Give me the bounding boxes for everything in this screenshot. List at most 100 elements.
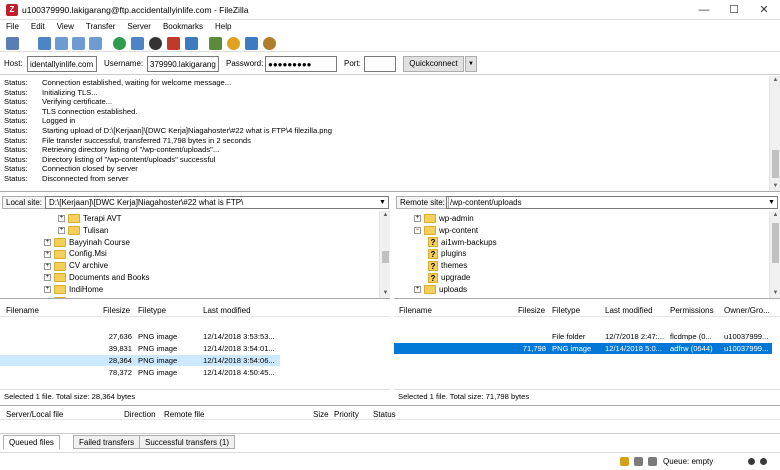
- col-priority[interactable]: Priority: [334, 410, 359, 419]
- col-filesize[interactable]: Filesize: [518, 306, 545, 315]
- menu-file[interactable]: File: [0, 20, 25, 33]
- scroll-up-icon[interactable]: ▲: [380, 211, 390, 220]
- col-status[interactable]: Status: [373, 410, 396, 419]
- quickconnect-button[interactable]: Quickconnect: [403, 56, 464, 72]
- scroll-up-icon[interactable]: ▲: [770, 76, 780, 85]
- host-input[interactable]: [27, 56, 97, 72]
- reconnect-icon[interactable]: [185, 37, 198, 50]
- col-permissions[interactable]: Permissions: [670, 306, 714, 315]
- col-last-modified[interactable]: Last modified: [203, 306, 251, 315]
- remote-tree-item[interactable]: + uploads: [414, 284, 467, 295]
- col-remote-file[interactable]: Remote file: [164, 410, 204, 419]
- scroll-up-icon[interactable]: ▲: [770, 211, 780, 220]
- remote-path-input[interactable]: /wp-content/uploads: [446, 196, 778, 209]
- process-queue-icon[interactable]: [131, 37, 144, 50]
- site-manager-icon[interactable]: [6, 37, 19, 50]
- username-input[interactable]: [147, 56, 219, 72]
- chevron-down-icon[interactable]: ▼: [377, 196, 388, 209]
- col-owner-group[interactable]: Owner/Gro...: [724, 306, 770, 315]
- chevron-down-icon[interactable]: ▼: [766, 196, 777, 209]
- file-row[interactable]: 4 filezilla.png78,372PNG image12/14/2018…: [0, 367, 280, 378]
- refresh-icon[interactable]: [113, 37, 126, 50]
- file-row[interactable]: 3. passive mode...28,364PNG image12/14/2…: [0, 355, 280, 366]
- col-filetype[interactable]: Filetype: [138, 306, 166, 315]
- password-input[interactable]: [265, 56, 337, 72]
- expand-icon[interactable]: −: [414, 227, 421, 235]
- toggle-remote-tree-icon[interactable]: [72, 37, 85, 50]
- tab-successful-transfers[interactable]: Successful transfers (1): [139, 435, 236, 449]
- port-input[interactable]: [364, 56, 396, 72]
- local-tree-item[interactable]: + Tulisan: [58, 225, 109, 236]
- expand-icon[interactable]: +: [44, 286, 51, 294]
- expand-icon[interactable]: +: [44, 238, 51, 246]
- toggle-local-tree-icon[interactable]: [55, 37, 68, 50]
- remote-tree-item[interactable]: ? upgrade: [428, 272, 470, 283]
- close-button[interactable]: ✕: [750, 2, 778, 18]
- local-tree-item[interactable]: + Terapi AVT: [58, 213, 122, 224]
- log-scrollbar[interactable]: ▲ ▼: [769, 76, 780, 191]
- col-size[interactable]: Size: [313, 410, 329, 419]
- maximize-button[interactable]: ☐: [720, 2, 748, 18]
- tab-queued-files[interactable]: Queued files: [3, 435, 60, 449]
- expand-icon[interactable]: +: [44, 262, 51, 270]
- compare-icon[interactable]: [227, 37, 240, 50]
- quickconnect-dropdown[interactable]: ▼: [465, 56, 477, 72]
- file-row[interactable]: 2. active mode f...39,831PNG image12/14/…: [0, 343, 280, 354]
- remote-tree-item[interactable]: + wp-admin: [414, 213, 474, 224]
- expand-icon[interactable]: +: [414, 215, 421, 223]
- col-last-modified[interactable]: Last modified: [605, 306, 653, 315]
- local-tree-item[interactable]: + IndiHome: [44, 284, 103, 295]
- menu-transfer[interactable]: Transfer: [80, 20, 122, 33]
- col-direction[interactable]: Direction: [124, 410, 156, 419]
- local-tree-item[interactable]: + CV archive: [44, 260, 108, 271]
- remote-tree-item[interactable]: ? ai1wm-backups: [428, 237, 497, 248]
- menu-help[interactable]: Help: [209, 20, 237, 33]
- expand-icon[interactable]: +: [44, 274, 51, 282]
- tab-failed-transfers[interactable]: Failed transfers: [73, 435, 141, 449]
- expand-icon[interactable]: +: [414, 286, 421, 294]
- menu-bookmarks[interactable]: Bookmarks: [157, 20, 209, 33]
- expand-icon[interactable]: +: [44, 250, 51, 258]
- remote-tree-item[interactable]: ? plugins: [428, 248, 466, 260]
- toggle-log-icon[interactable]: [38, 37, 51, 50]
- file-row[interactable]: ..: [394, 319, 772, 330]
- col-filesize[interactable]: Filesize: [103, 306, 130, 315]
- remote-tree-scrollbar[interactable]: ▲ ▼: [769, 211, 780, 298]
- remote-tree-scroll-thumb[interactable]: [772, 223, 779, 263]
- toggle-queue-icon[interactable]: [89, 37, 102, 50]
- log-scroll-thumb[interactable]: [772, 150, 779, 178]
- disconnect-icon[interactable]: [167, 37, 180, 50]
- scroll-down-icon[interactable]: ▼: [770, 182, 780, 191]
- file-row[interactable]: 2018File folder12/7/2018 2:47:...flcdmpe…: [394, 331, 772, 342]
- menu-edit[interactable]: Edit: [25, 20, 51, 33]
- local-tree-item[interactable]: + Config.Msi: [44, 248, 107, 259]
- col-filename[interactable]: Filename: [6, 306, 39, 315]
- filter-status-icon[interactable]: [648, 457, 657, 466]
- remote-tree-item[interactable]: ? themes: [428, 260, 467, 272]
- local-tree-scroll-thumb[interactable]: [382, 251, 389, 263]
- local-tree-item[interactable]: + Documents and Books: [44, 272, 150, 283]
- scroll-down-icon[interactable]: ▼: [380, 289, 390, 298]
- menu-server[interactable]: Server: [121, 20, 157, 33]
- sync-browse-icon[interactable]: [245, 37, 258, 50]
- remote-tree-item[interactable]: − wp-content: [414, 225, 478, 236]
- expand-icon[interactable]: +: [58, 215, 65, 223]
- cancel-icon[interactable]: [149, 37, 162, 50]
- scroll-down-icon[interactable]: ▼: [770, 289, 780, 298]
- file-row[interactable]: ..: [0, 319, 280, 330]
- col-filename[interactable]: Filename: [399, 306, 432, 315]
- local-tree-item[interactable]: + Bayyinah Course: [44, 237, 130, 248]
- local-path-input[interactable]: D:\[Kerjaan]\[DWC Kerja]Niagahoster\#22 …: [45, 196, 389, 209]
- minimize-button[interactable]: —: [690, 2, 718, 18]
- col-server-local-file[interactable]: Server/Local file: [6, 410, 63, 419]
- filter-icon[interactable]: [209, 37, 222, 50]
- local-tree-scrollbar[interactable]: ▲ ▼: [379, 211, 390, 298]
- file-row[interactable]: 1. active mode.p...27,636PNG image12/14/…: [0, 331, 280, 342]
- file-row[interactable]: 4 filezilla.png71,798PNG image12/14/2018…: [394, 343, 772, 354]
- col-filetype[interactable]: Filetype: [552, 306, 580, 315]
- expand-icon[interactable]: +: [44, 297, 51, 298]
- search-icon[interactable]: [263, 37, 276, 50]
- speed-limit-icon[interactable]: [634, 457, 643, 466]
- local-tree-item[interactable]: + JKNA...: [44, 296, 96, 298]
- menu-view[interactable]: View: [51, 20, 80, 33]
